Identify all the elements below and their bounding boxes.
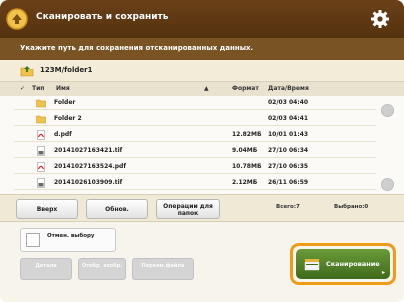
folder-up-icon bbox=[20, 66, 34, 77]
folder-icon bbox=[36, 115, 46, 124]
column-header: ✓ Тип Имя ▲ Формат Дата/Время bbox=[0, 82, 404, 96]
details-button[interactable]: Детали bbox=[20, 258, 72, 280]
display-image-button[interactable]: Отобр. изобр. bbox=[78, 258, 126, 280]
scroll-up-button[interactable] bbox=[381, 104, 394, 117]
expand-arrow-icon: ▸ bbox=[382, 269, 386, 276]
clear-selection-label: Отмен. выбору bbox=[47, 233, 95, 239]
file-name: 20141026103909.tif bbox=[54, 179, 123, 186]
folder-operations-button[interactable]: Операции для папок bbox=[156, 199, 220, 219]
col-type[interactable]: Тип bbox=[32, 85, 44, 92]
file-name: d.pdf bbox=[54, 131, 72, 138]
pdf-file-icon bbox=[37, 130, 45, 140]
image-file-icon bbox=[37, 146, 45, 156]
scan-and-store-icon bbox=[6, 8, 28, 30]
file-size: 9.04МБ bbox=[232, 147, 258, 154]
instruction-bar: Укажите путь для сохранения отсканирован… bbox=[0, 38, 404, 60]
image-file-icon bbox=[37, 178, 45, 188]
display-image-label: Отобр. изобр. bbox=[81, 263, 123, 269]
file-date: 26/11 06:59 bbox=[268, 179, 309, 186]
file-name: 20141027163421.tif bbox=[54, 147, 123, 154]
file-list: Folder 02/03 04:40 Folder 2 02/03 04:41 … bbox=[0, 96, 404, 194]
clear-selection-button[interactable]: Отмен. выбору bbox=[20, 228, 116, 252]
checkbox-icon bbox=[26, 233, 40, 247]
file-row[interactable]: Folder 2 02/03 04:41 bbox=[14, 112, 376, 126]
col-format[interactable]: Формат bbox=[232, 85, 259, 92]
rename-file-button[interactable]: Переим.файла bbox=[132, 258, 194, 280]
scan-icon bbox=[304, 259, 320, 271]
file-date: 27/10 06:34 bbox=[268, 147, 309, 154]
scroll-down-button[interactable] bbox=[381, 178, 394, 191]
file-row[interactable]: 20141027163524.pdf 10.78МБ 27/10 06:35 bbox=[14, 160, 376, 174]
file-row[interactable]: 20141026103909.tif 2.12МБ 26/11 06:59 bbox=[14, 176, 376, 190]
folder-toolbar: Вверх Обнов. Операции для папок Всего:7 … bbox=[0, 194, 404, 222]
file-size: 2.12МБ bbox=[232, 179, 258, 186]
rename-file-label: Переим.файла bbox=[141, 263, 185, 269]
selected-count: Выбрано:0 bbox=[334, 204, 369, 210]
instruction-text: Укажите путь для сохранения отсканирован… bbox=[20, 44, 254, 52]
file-date: 27/10 06:35 bbox=[268, 163, 309, 170]
total-count: Всего:7 bbox=[276, 204, 300, 210]
details-label: Детали bbox=[35, 263, 57, 269]
sort-up-icon: ▲ bbox=[204, 85, 209, 92]
col-name[interactable]: Имя bbox=[56, 85, 70, 92]
file-date: 02/03 04:41 bbox=[268, 115, 309, 122]
scan-and-store-screen: Сканировать и сохранить Укажите путь для… bbox=[0, 0, 404, 302]
pdf-file-icon bbox=[37, 162, 45, 172]
file-name: 20141027163524.pdf bbox=[54, 163, 126, 170]
file-row[interactable]: Folder 02/03 04:40 bbox=[14, 96, 376, 110]
sort-check-icon[interactable]: ✓ bbox=[20, 85, 25, 92]
refresh-label: Обнов. bbox=[105, 206, 129, 213]
app-title: Сканировать и сохранить bbox=[36, 12, 169, 22]
folder-icon bbox=[36, 99, 46, 108]
scan-label: Сканирование bbox=[326, 260, 380, 268]
up-label: Вверх bbox=[36, 206, 58, 213]
path-label: 123M/folder1 bbox=[40, 66, 93, 74]
gear-icon[interactable] bbox=[370, 9, 390, 29]
file-row[interactable]: d.pdf 12.82МБ 10/01 01:43 bbox=[14, 128, 376, 142]
file-name: Folder bbox=[54, 99, 76, 106]
file-size: 12.82МБ bbox=[232, 131, 262, 138]
scan-button[interactable]: Сканирование ▸ bbox=[296, 249, 390, 279]
file-row[interactable]: 20141027163421.tif 9.04МБ 27/10 06:34 bbox=[14, 144, 376, 158]
file-name: Folder 2 bbox=[54, 115, 82, 122]
header-bar: Сканировать и сохранить bbox=[0, 0, 404, 38]
file-date: 02/03 04:40 bbox=[268, 99, 309, 106]
path-bar[interactable]: 123M/folder1 bbox=[0, 60, 404, 82]
file-size: 10.78МБ bbox=[232, 163, 262, 170]
file-date: 10/01 01:43 bbox=[268, 131, 309, 138]
col-datetime[interactable]: Дата/Время bbox=[268, 85, 309, 92]
refresh-button[interactable]: Обнов. bbox=[86, 199, 148, 219]
operations-label: Операции для папок bbox=[163, 203, 213, 217]
up-button[interactable]: Вверх bbox=[16, 199, 78, 219]
scan-button-focus: Сканирование ▸ bbox=[290, 243, 396, 285]
